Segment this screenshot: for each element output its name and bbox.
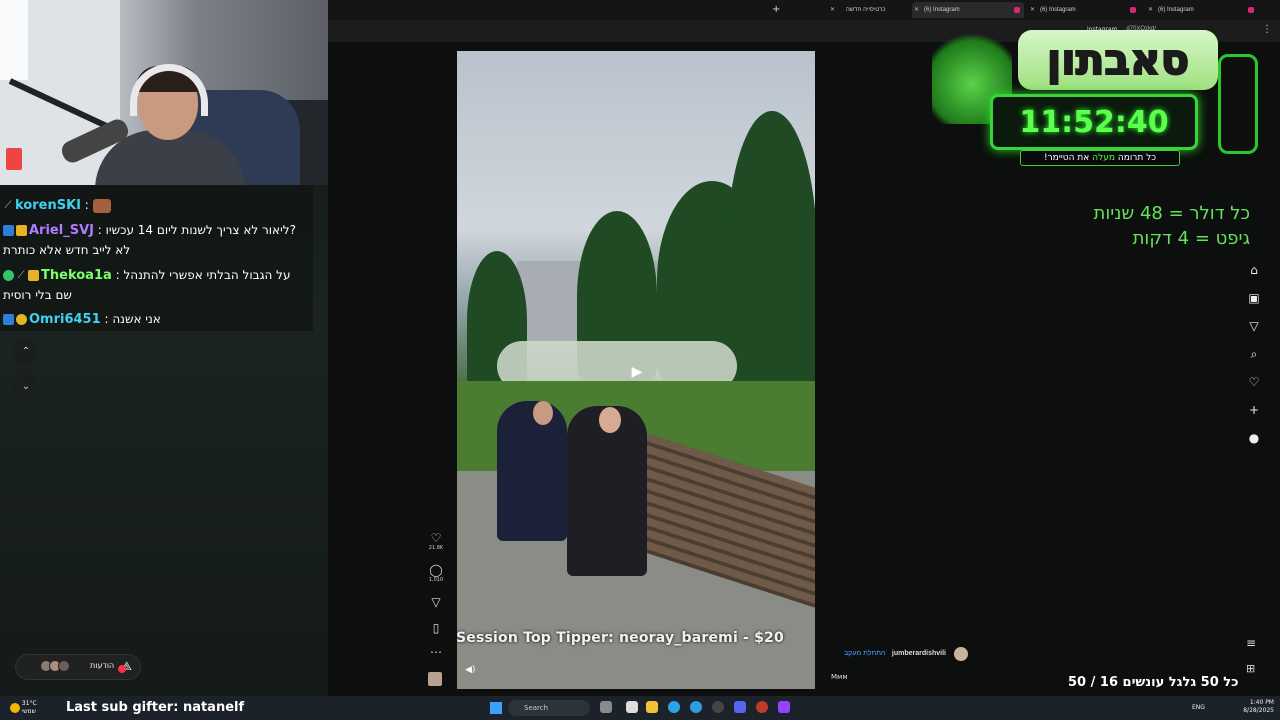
post-author: התחלת מעקב jumberardishvili: [842, 647, 972, 663]
verified-icon: [3, 314, 14, 325]
profile-icon[interactable]: ●: [1246, 430, 1262, 446]
notifications-icon[interactable]: ♡: [1246, 374, 1262, 390]
task-view-icon[interactable]: [600, 701, 612, 713]
reel-video[interactable]: ▶ ◀): [457, 51, 815, 689]
subathon-banner: סאבתון 11:52:40 כל תרומה מעלה את הטיימר!…: [932, 14, 1270, 189]
play-icon[interactable]: ▶: [627, 362, 647, 382]
instagram-icon: [1248, 7, 1254, 13]
home-icon[interactable]: ⌂: [1246, 262, 1262, 278]
sun-icon: [10, 703, 20, 713]
rate-per-gift: גיפט = 4 דקות: [1132, 228, 1250, 249]
weather-widget[interactable]: 31°C שמשי: [10, 700, 37, 716]
mod-icon: ⟋: [4, 200, 12, 211]
chat-message-continuation: שם בלי רוסית: [3, 288, 72, 302]
subathon-timer: 11:52:40: [1019, 105, 1169, 140]
edge-icon[interactable]: [668, 701, 680, 713]
messages-icon[interactable]: ▽: [1246, 318, 1262, 334]
chevron-up-icon: ⌃: [21, 346, 31, 357]
windows-start-icon[interactable]: [490, 702, 502, 714]
mod-icon: ⟋: [17, 270, 25, 281]
like-button[interactable]: ♡ 21.8K: [426, 531, 446, 551]
avatar: [58, 660, 70, 672]
new-tab-button[interactable]: +: [772, 2, 780, 18]
crown-icon: [16, 225, 27, 236]
chat-message: Omri6451 : אני אשנה: [3, 309, 309, 330]
instagram-wordmark: instagram: [1087, 26, 1118, 33]
folder-icon[interactable]: [646, 701, 658, 713]
more-options-button[interactable]: ⋯: [426, 645, 446, 659]
gem-icon: [3, 270, 14, 281]
instagram-icon: [1014, 7, 1020, 13]
obs-icon[interactable]: [712, 701, 724, 713]
chat-message: Ariel_SVJ : ליאור לא צריך לשנות ליום 14 …: [3, 220, 309, 241]
post-caption: Ммм: [831, 673, 848, 681]
stream-chat: ⟋ korenSKI : Ariel_SVJ : ליאור לא צריך לש…: [0, 185, 313, 331]
discord-icon[interactable]: [734, 701, 746, 713]
share-button[interactable]: ▽: [426, 595, 446, 609]
reels-icon[interactable]: ▣: [1246, 290, 1262, 306]
verified-icon: [3, 225, 14, 236]
create-icon[interactable]: +: [1246, 402, 1262, 418]
scroll-down-button[interactable]: ⌄: [13, 374, 39, 400]
bookmark-icon: ▯: [432, 621, 440, 635]
taskbar-search[interactable]: Search: [508, 700, 590, 716]
chat-message-continuation: לא לייב חדש אלא כותרת: [3, 243, 131, 257]
chevron-down-icon: ⌄: [21, 381, 31, 392]
scroll-up-button[interactable]: ⌃: [13, 339, 39, 365]
chat-message: ⟋ korenSKI :: [3, 195, 309, 216]
comment-button[interactable]: ◯ 1,010: [426, 563, 446, 583]
top-tipper-overlay: Session Top Tipper: neoray_baremi - $20: [456, 630, 784, 646]
heart-icon: ♡: [430, 531, 442, 545]
timer-box: 11:52:40: [990, 94, 1198, 150]
badge-icon: [16, 314, 27, 325]
messages-button[interactable]: הודעות ⟁: [16, 655, 140, 679]
menu-icon[interactable]: ≡: [1246, 636, 1256, 650]
chrome-icon[interactable]: [690, 701, 702, 713]
apps-icon[interactable]: ⊞: [1246, 662, 1255, 675]
instagram-icon: [1130, 7, 1136, 13]
subathon-tagline: כל תרומה מעלה את הטיימר!: [1020, 150, 1180, 166]
close-icon[interactable]: ✕: [914, 2, 919, 18]
hourglass-icon: [1218, 54, 1258, 154]
chat-message: ⟋ Thekoa1a : על הגבול הבלתי אפשרי להתנהל: [3, 265, 309, 286]
recent-avatars: [40, 660, 76, 674]
save-button[interactable]: ▯: [426, 621, 446, 635]
send-icon: ▽: [431, 595, 441, 609]
last-sub-gifter: Last sub gifter: natanelf: [66, 700, 245, 715]
follow-button[interactable]: התחלת מעקב: [844, 650, 885, 657]
twitch-icon[interactable]: [778, 701, 790, 713]
notification-dot: [118, 665, 126, 673]
language-indicator[interactable]: ENG: [1192, 704, 1205, 711]
app-icon[interactable]: [756, 701, 768, 713]
comment-icon: ◯: [429, 563, 443, 577]
emote-icon: [92, 198, 111, 213]
audio-thumbnail[interactable]: [428, 672, 442, 686]
punishment-wheel-goal: כל 50 גלגל עונשים 16 / 50: [1068, 675, 1239, 690]
webcam-feed: [0, 0, 328, 185]
subathon-title: סאבתון: [1018, 30, 1218, 90]
comment-count: 1,010: [428, 577, 444, 583]
messages-label: הודעות: [90, 661, 115, 670]
avatar[interactable]: [954, 647, 968, 661]
system-clock[interactable]: 1:40 PM 8/28/2025: [1243, 699, 1274, 715]
author-name[interactable]: jumberardishvili: [892, 650, 946, 657]
close-icon[interactable]: ✕: [830, 2, 835, 18]
search-icon[interactable]: ⌕: [1246, 346, 1262, 362]
explorer-icon[interactable]: [626, 701, 638, 713]
volume-icon[interactable]: ◀): [465, 665, 475, 675]
more-icon: ⋯: [430, 645, 442, 659]
rate-per-dollar: כל דולר = 48 שניות: [1093, 203, 1250, 224]
crown-icon: [28, 270, 39, 281]
like-count: 21.8K: [428, 545, 444, 551]
